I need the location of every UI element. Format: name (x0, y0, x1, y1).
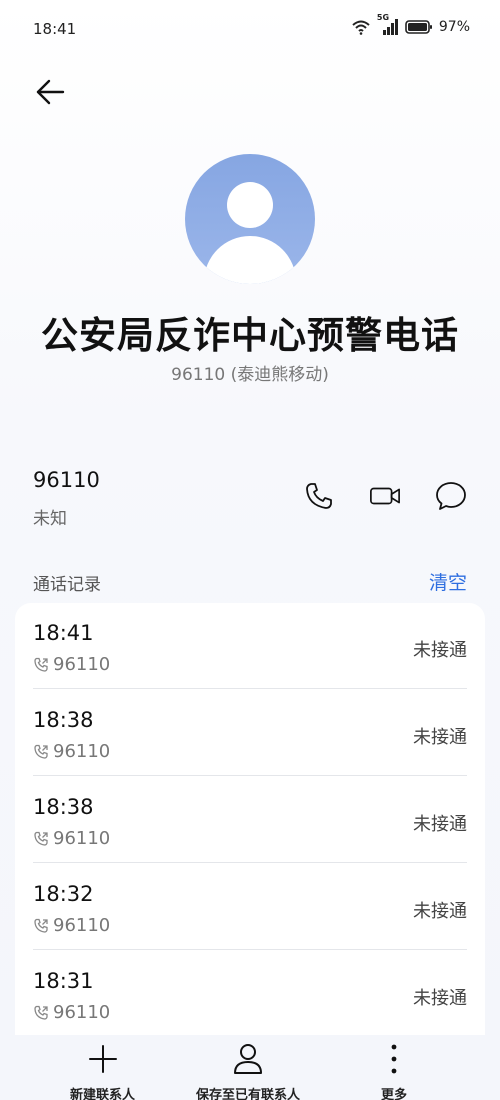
more-button[interactable]: 更多 (378, 1043, 410, 1100)
call-log-item[interactable]: 18:41 96110 未接通 (33, 603, 467, 689)
message-button[interactable] (435, 480, 467, 512)
contact-subtitle: 96110 (泰迪熊移动) (171, 365, 329, 385)
avatar-head (227, 182, 273, 228)
contact-detail-screen: 18:41 5G 97% 公安局反诈中心预警电话 96110 (泰迪熊移动) 9… (0, 0, 500, 1100)
call-number: 96110 (33, 828, 110, 849)
outgoing-call-icon (34, 918, 48, 933)
arrow-left-icon (36, 79, 65, 105)
call-log-header: 通话记录 清空 (33, 568, 467, 596)
clear-call-log-button[interactable]: 清空 (429, 568, 467, 595)
wifi-icon (351, 19, 371, 35)
call-status: 未接通 (413, 727, 467, 748)
bottom-toolbar: 新建联系人 保存至已有联系人 更多 (0, 1035, 500, 1100)
save-to-existing-contact-button[interactable]: 保存至已有联系人 (196, 1043, 300, 1100)
call-status: 未接通 (413, 640, 467, 661)
outgoing-call-icon (34, 1005, 48, 1020)
call-number-text: 96110 (53, 741, 111, 762)
call-number-text: 96110 (53, 654, 111, 675)
save-to-existing-label: 保存至已有联系人 (196, 1088, 301, 1100)
call-time: 18:38 (33, 708, 94, 732)
call-log-item[interactable]: 18:38 96110 未接通 (33, 690, 467, 776)
call-log-list: 18:41 96110 未接通 18:38 96110 未接通 18:38 96… (15, 603, 485, 1043)
status-time: 18:41 (33, 20, 77, 38)
status-indicators: 5G 97% (351, 13, 470, 35)
call-number: 96110 (33, 654, 110, 675)
video-call-icon (370, 487, 400, 505)
call-number-text: 96110 (53, 915, 111, 936)
phone-number: 96110 (33, 468, 100, 492)
battery-icon (405, 19, 433, 35)
outgoing-call-icon (34, 657, 48, 672)
phone-number-row[interactable]: 96110 未知 (33, 466, 467, 536)
status-bar: 18:41 5G 97% (0, 0, 500, 60)
call-number: 96110 (33, 1002, 110, 1023)
outgoing-call-icon (34, 831, 48, 846)
message-icon (436, 482, 466, 510)
call-log-title: 通话记录 (33, 575, 101, 595)
signal-icon: 5G (377, 13, 399, 35)
call-status: 未接通 (413, 814, 467, 835)
new-contact-label: 新建联系人 (70, 1088, 136, 1100)
avatar-body (204, 236, 296, 284)
call-time: 18:31 (33, 969, 94, 993)
call-log-item[interactable]: 18:31 96110 未接通 (33, 951, 467, 1037)
person-icon (232, 1043, 264, 1075)
more-vertical-icon (378, 1043, 410, 1075)
call-time: 18:38 (33, 795, 94, 819)
call-time: 18:41 (33, 621, 94, 645)
call-log-item[interactable]: 18:32 96110 未接通 (33, 864, 467, 950)
contact-actions (303, 480, 467, 512)
call-time: 18:32 (33, 882, 94, 906)
phone-icon (306, 483, 332, 509)
video-call-button[interactable] (369, 480, 401, 512)
phone-number-label: 未知 (33, 509, 67, 529)
contact-avatar (185, 154, 315, 284)
call-number-text: 96110 (53, 828, 111, 849)
battery-percent: 97% (438, 19, 470, 35)
call-number: 96110 (33, 741, 110, 762)
call-status: 未接通 (413, 901, 467, 922)
plus-icon (87, 1043, 119, 1075)
call-number: 96110 (33, 915, 110, 936)
call-button[interactable] (303, 480, 335, 512)
outgoing-call-icon (34, 744, 48, 759)
new-contact-button[interactable]: 新建联系人 (70, 1043, 135, 1100)
more-label: 更多 (380, 1088, 407, 1100)
contact-name: 公安局反诈中心预警电话 (41, 314, 459, 357)
back-button[interactable] (34, 76, 66, 108)
call-number-text: 96110 (53, 1002, 111, 1023)
call-status: 未接通 (413, 988, 467, 1009)
call-log-item[interactable]: 18:38 96110 未接通 (33, 777, 467, 863)
network-type-label: 5G (376, 13, 390, 22)
